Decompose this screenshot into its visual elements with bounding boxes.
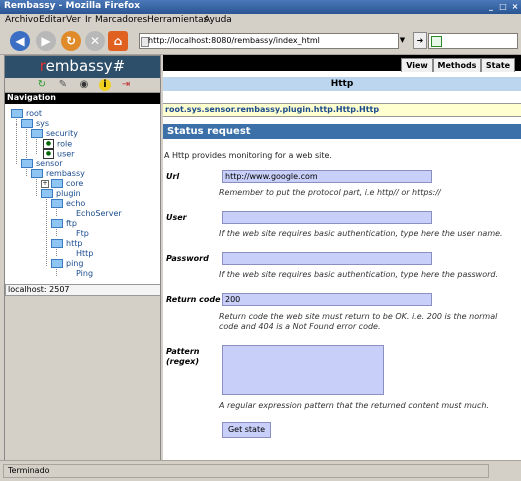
get-state-button[interactable]: Get state xyxy=(222,422,271,438)
intro-text: A Http provides monitoring for a web sit… xyxy=(164,151,332,160)
url-label: Url xyxy=(166,172,180,181)
user-label: User xyxy=(166,213,187,222)
user-hint: If the web site requires basic authentic… xyxy=(219,229,503,238)
go-icon[interactable]: ➜ xyxy=(413,32,427,49)
minimize-icon[interactable]: _ xyxy=(486,2,496,12)
return-code-field[interactable]: 200 xyxy=(222,293,432,306)
tree-node-sensor[interactable]: sensor xyxy=(21,159,63,169)
class-path: root.sys.sensor.rembassy.plugin.http.Htt… xyxy=(163,103,521,117)
refresh-icon[interactable]: ↻ xyxy=(36,79,48,91)
menu-ayuda[interactable]: Ayuda xyxy=(204,15,232,25)
section-header: Status request xyxy=(163,124,521,139)
close-icon[interactable]: × xyxy=(510,2,520,12)
tools-icon[interactable]: ✎ xyxy=(57,79,69,91)
home-icon[interactable]: ⌂ xyxy=(108,31,128,51)
left-empty-area xyxy=(5,296,160,461)
page-title: Http xyxy=(163,77,521,91)
reload-icon[interactable]: ↻ xyxy=(61,31,81,51)
url-dropdown-icon[interactable]: ▼ xyxy=(398,33,407,47)
pattern-hint: A regular expression pattern that the re… xyxy=(219,401,489,410)
return-code-hint-1: Return code the web site must return to … xyxy=(219,312,498,321)
pattern-textarea[interactable] xyxy=(222,345,384,395)
menu-herramientas[interactable]: Herramientas xyxy=(147,15,208,25)
menu-editar[interactable]: Editar xyxy=(39,15,66,25)
tree-node-root[interactable]: root xyxy=(11,109,42,119)
menu-bar: Archivo Editar Ver Ir Marcadores Herrami… xyxy=(0,14,521,28)
tab-methods[interactable]: Methods xyxy=(433,58,481,72)
exit-icon[interactable]: ⇥ xyxy=(120,79,132,91)
tree-node-ftp-leaf[interactable]: Ftp xyxy=(76,229,89,239)
menu-ver[interactable]: Ver xyxy=(66,15,81,25)
forward-icon[interactable]: ▶ xyxy=(36,31,56,51)
info-icon[interactable]: i xyxy=(99,79,111,91)
password-field[interactable] xyxy=(222,252,432,265)
rembassy-logo: rembassy# xyxy=(5,56,160,78)
left-frame: rembassy# ↻ ✎ ◉ i ⇥ Navigation root sys … xyxy=(4,55,161,462)
tab-state[interactable]: State xyxy=(481,58,515,72)
tree-node-echo[interactable]: echo xyxy=(51,199,85,209)
menu-archivo[interactable]: Archivo xyxy=(5,15,39,25)
tree-node-user[interactable]: ● user xyxy=(43,149,74,159)
stop-icon[interactable]: ✕ xyxy=(85,31,105,51)
search-input[interactable] xyxy=(428,33,518,49)
tree-node-plugin[interactable]: plugin xyxy=(41,189,81,199)
host-status: localhost: 2507 xyxy=(5,284,160,296)
status-bar: Terminado xyxy=(0,460,521,481)
pattern-label-regex: (regex) xyxy=(166,357,199,366)
tree-node-core[interactable]: + core xyxy=(41,179,83,189)
url-bar[interactable]: http://localhost:8080/rembassy/index_htm… xyxy=(139,33,399,49)
return-code-hint-2: code and 404 is a Not Found error code. xyxy=(219,322,381,331)
search-engine-icon[interactable] xyxy=(431,36,442,47)
tree-node-ping-leaf[interactable]: Ping xyxy=(76,269,93,279)
menu-ir[interactable]: Ir xyxy=(85,15,91,25)
tree-node-ping[interactable]: ping xyxy=(51,259,83,269)
pattern-label: Pattern xyxy=(166,347,200,356)
window-title: Rembassy - Mozilla Firefox xyxy=(4,1,141,11)
tree-node-role[interactable]: ● role xyxy=(43,139,72,149)
url-text: http://localhost:8080/rembassy/index_htm… xyxy=(148,36,320,45)
navigation-header: Navigation xyxy=(5,93,160,104)
maximize-icon[interactable]: □ xyxy=(498,2,508,12)
tree-node-ftp[interactable]: ftp xyxy=(51,219,77,229)
status-text: Terminado xyxy=(3,464,489,478)
url-field[interactable]: http://www.google.com xyxy=(222,170,432,183)
tree-node-echoserver[interactable]: EchoServer xyxy=(76,209,122,219)
eye-icon[interactable]: ◉ xyxy=(78,79,90,91)
tree-node-sys[interactable]: sys xyxy=(21,119,49,129)
tabs-strip: View Methods State xyxy=(163,55,521,72)
tree-node-rembassy[interactable]: rembassy xyxy=(31,169,85,179)
url-hint: Remember to put the protocol part, i.e h… xyxy=(219,188,441,197)
return-code-label: Return code xyxy=(166,295,221,304)
tree-node-http[interactable]: http xyxy=(51,239,82,249)
tab-view[interactable]: View xyxy=(401,58,433,72)
user-field[interactable] xyxy=(222,211,432,224)
back-icon[interactable]: ◀ xyxy=(10,31,30,51)
tree-node-http-leaf[interactable]: Http xyxy=(76,249,93,259)
window-title-bar: Rembassy - Mozilla Firefox _ □ × xyxy=(0,0,521,14)
password-label: Password xyxy=(166,254,209,263)
right-frame: View Methods State Http root.sys.sensor.… xyxy=(163,55,521,460)
tree-node-security[interactable]: security xyxy=(31,129,78,139)
left-toolbar: ↻ ✎ ◉ i ⇥ xyxy=(5,78,160,93)
menu-marcadores[interactable]: Marcadores xyxy=(95,15,147,25)
password-hint: If the web site requires basic authentic… xyxy=(219,270,499,279)
expand-icon: + xyxy=(41,180,49,188)
